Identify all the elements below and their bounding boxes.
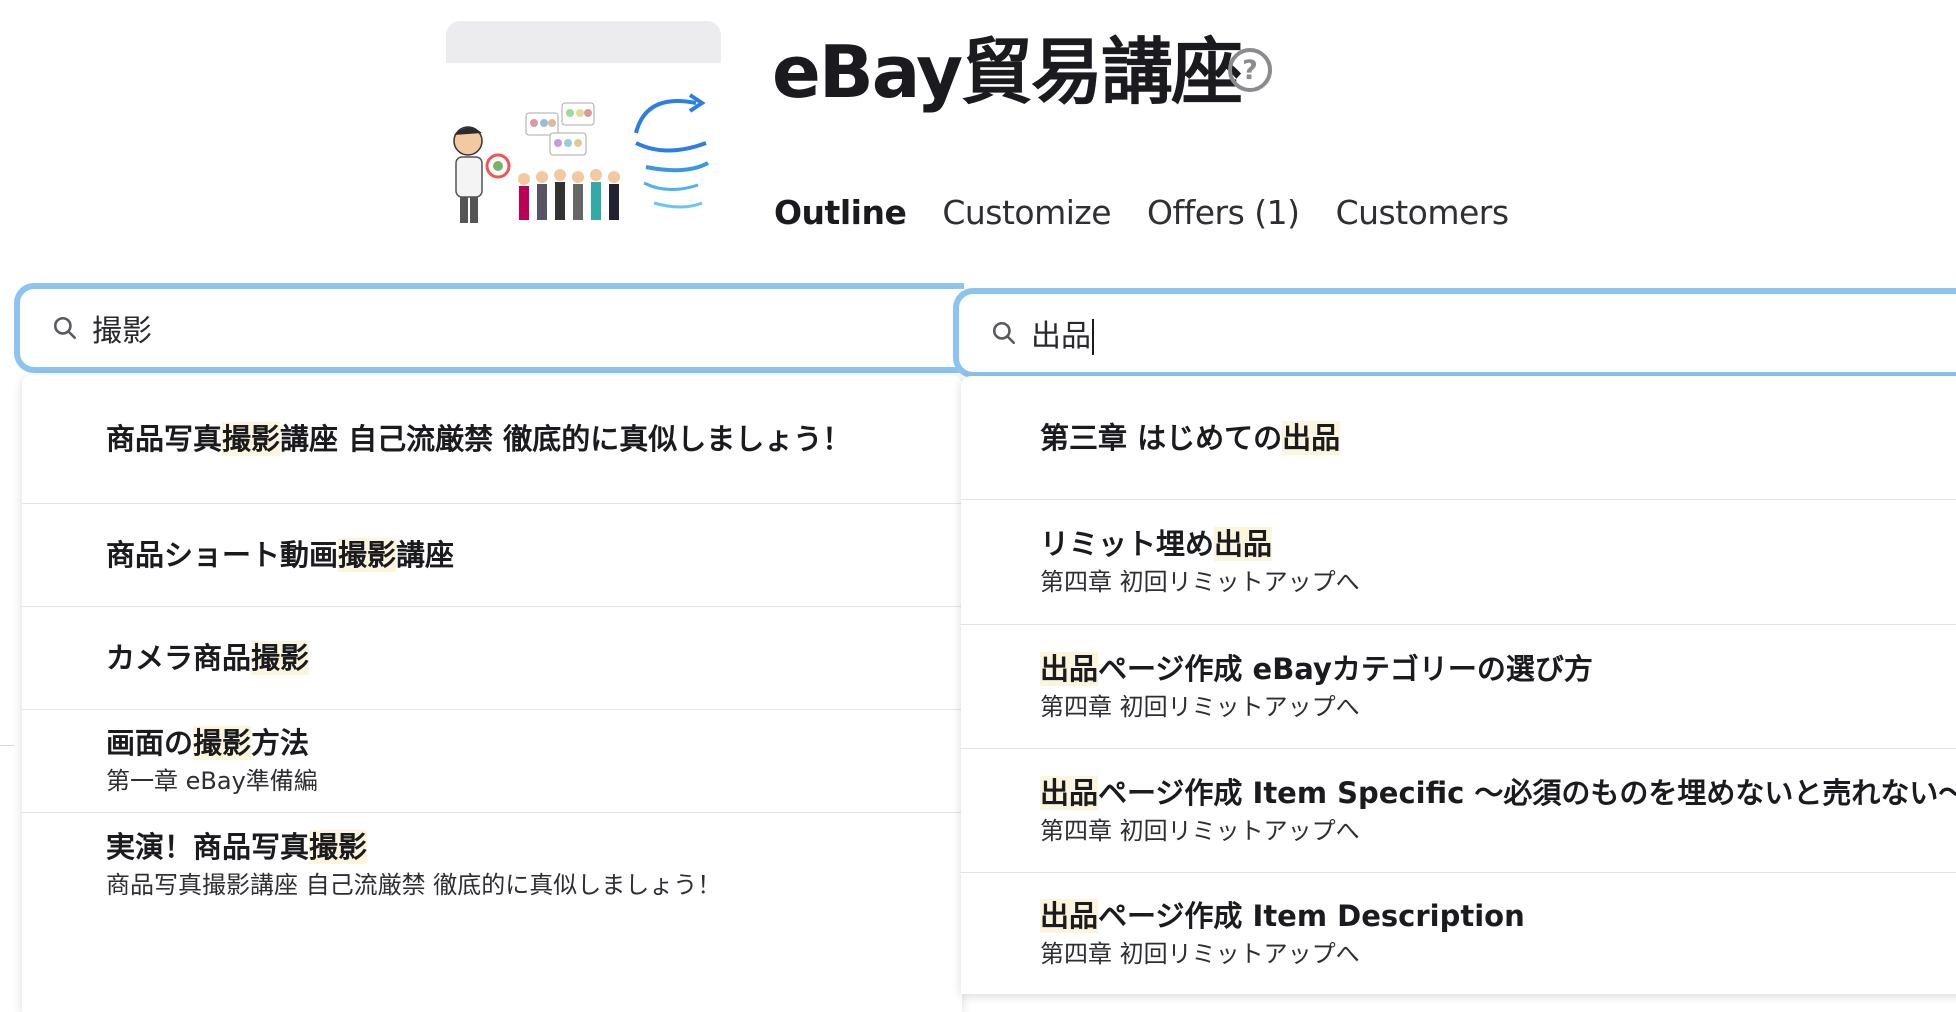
- text-caret: [1092, 319, 1094, 356]
- list-item[interactable]: 第三章 はじめての出品: [961, 376, 1956, 500]
- list-item[interactable]: リミット埋め出品 第四章 初回リミットアップへ: [961, 500, 1956, 625]
- list-item-subtitle: 商品写真撮影講座 自己流厳禁 徹底的に真似しましょう！: [106, 870, 722, 899]
- match-highlight: 出品: [1214, 527, 1273, 561]
- match-highlight: 撮影: [193, 726, 252, 760]
- search-input-right[interactable]: 出品: [1031, 311, 1731, 356]
- list-item[interactable]: 商品写真撮影講座 自己流厳禁 徹底的に真似しましょう！: [22, 375, 962, 504]
- match-highlight: 出品: [1282, 420, 1341, 455]
- search-results-right: 第三章 はじめての出品 リミット埋め出品 第四章 初回リミットアップへ 出品ペー…: [961, 376, 1956, 994]
- search-results-left: 商品写真撮影講座 自己流厳禁 徹底的に真似しましょう！ 商品ショート動画撮影講座…: [22, 375, 962, 1012]
- search-panel-right: 出品 第三章 はじめての出品 リミット埋め出品 第四章 初回リミットアップへ 出…: [953, 283, 1956, 1012]
- course-tabs: Outline Customize Offers (1) Customers (…: [774, 185, 1508, 241]
- list-item[interactable]: カメラ商品撮影: [22, 607, 962, 710]
- list-item[interactable]: 画面の撮影方法 第一章 eBay準備編: [22, 710, 962, 813]
- search-icon: [992, 321, 1016, 345]
- list-item-subtitle: 第四章 初回リミットアップへ: [1040, 568, 1360, 596]
- search-box-left[interactable]: 撮影: [14, 283, 964, 373]
- list-item[interactable]: 実演！商品写真撮影 商品写真撮影講座 自己流厳禁 徹底的に真似しましょう！: [22, 813, 962, 916]
- list-item[interactable]: 出品ページ作成 Item Specific 〜必須のものを埋めないと売れない〜 …: [961, 749, 1956, 873]
- list-item-subtitle: 第四章 初回リミットアップへ: [1040, 692, 1360, 721]
- search-icon: [53, 316, 77, 340]
- match-highlight: 撮影: [222, 422, 281, 456]
- tab-customers[interactable]: Customers (1: [1336, 185, 1508, 241]
- match-highlight: 撮影: [309, 829, 368, 864]
- course-thumbnail[interactable]: [446, 21, 721, 247]
- tab-customize[interactable]: Customize: [942, 185, 1111, 241]
- match-highlight: 撮影: [338, 538, 397, 572]
- search-box-right[interactable]: 出品: [953, 288, 1956, 378]
- search-panel-left: 撮影 商品写真撮影講座 自己流厳禁 徹底的に真似しましょう！ 商品ショート動画撮…: [14, 283, 964, 1012]
- help-icon[interactable]: ?: [1228, 48, 1272, 92]
- list-item[interactable]: 出品ページ作成 eBayカテゴリーの選び方 第四章 初回リミットアップへ: [961, 625, 1956, 749]
- tab-outline[interactable]: Outline: [774, 185, 907, 241]
- match-highlight: 出品: [1040, 775, 1099, 810]
- list-item-subtitle: 第四章 初回リミットアップへ: [1040, 939, 1360, 968]
- list-item-subtitle: 第四章 初回リミットアップへ: [1040, 816, 1360, 845]
- search-input-left[interactable]: 撮影: [92, 306, 792, 350]
- list-item[interactable]: 商品ショート動画撮影講座: [22, 504, 962, 607]
- match-highlight: 出品: [1040, 651, 1099, 686]
- page-divider: [0, 745, 14, 746]
- list-item-subtitle: 第一章 eBay準備編: [106, 767, 318, 795]
- list-item[interactable]: 出品ページ作成 Item Description 第四章 初回リミットアップへ: [961, 873, 1956, 994]
- course-illustration-icon: [446, 63, 721, 247]
- match-highlight: 出品: [1040, 898, 1099, 933]
- course-title: eBay貿易講座: [772, 30, 1243, 114]
- tab-offers[interactable]: Offers (1): [1147, 185, 1300, 241]
- match-highlight: 撮影: [251, 641, 310, 675]
